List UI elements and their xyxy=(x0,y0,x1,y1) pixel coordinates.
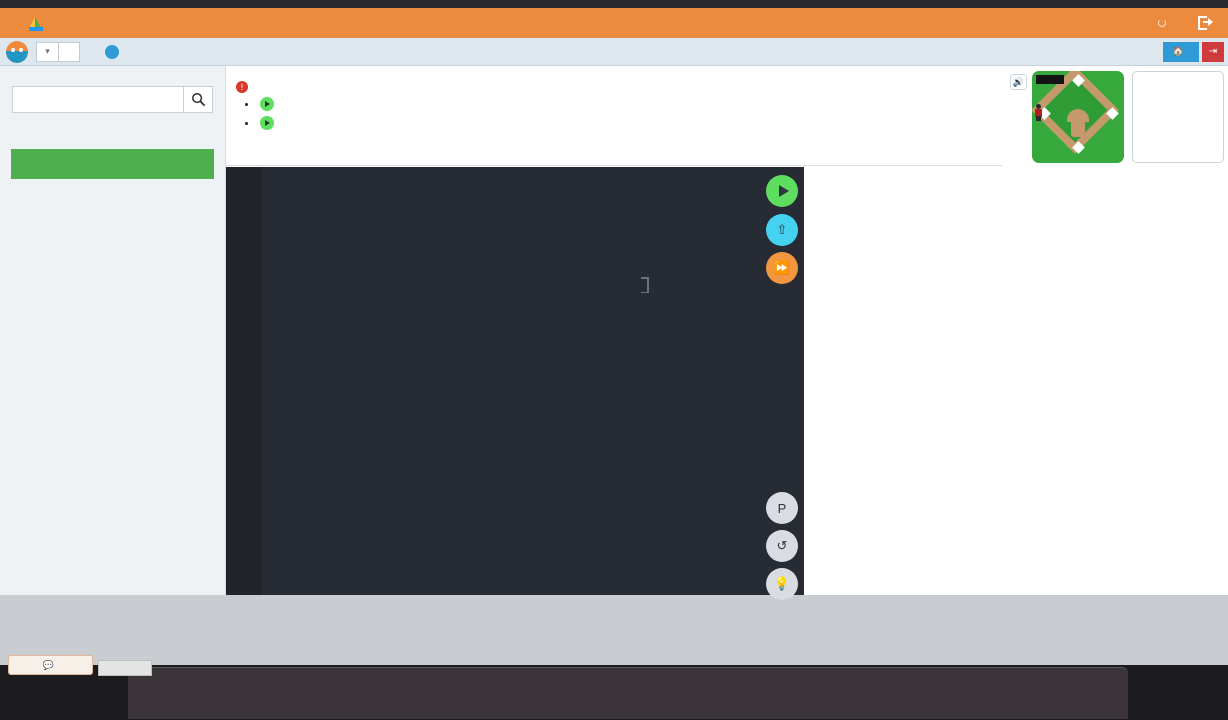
toolkit-panel xyxy=(0,66,226,595)
pitchers-mound xyxy=(1071,111,1085,137)
lesson-bar-right: 🏠 ⇥ xyxy=(1162,41,1228,62)
run-inline-icon xyxy=(260,97,274,112)
print-button[interactable]: P xyxy=(766,492,798,524)
home-icon: 🏠 xyxy=(1172,46,1184,56)
activity-number-badge xyxy=(105,44,119,59)
text-cursor-icon xyxy=(641,277,649,293)
google-slides-icon xyxy=(28,16,43,31)
sound-toggle-button[interactable]: 🔊 xyxy=(1010,74,1027,90)
stage-panel: 🔊 xyxy=(1002,66,1228,166)
bases-display-text xyxy=(1036,75,1064,84)
background-images-title xyxy=(0,179,225,204)
student-mode-bar-right xyxy=(1158,16,1228,30)
desktop-background-grey xyxy=(0,595,1228,665)
lesson-dropdown-toggle[interactable]: ▾ xyxy=(36,41,58,62)
run-inline-icon-2 xyxy=(260,115,274,130)
search-button[interactable] xyxy=(183,86,213,113)
skip-button[interactable]: ⏩ xyxy=(766,252,798,284)
toolkit-title xyxy=(0,66,225,86)
browse-image-library-button[interactable] xyxy=(11,149,214,179)
toolkit-search xyxy=(12,86,213,113)
hint-button[interactable]: 💡 xyxy=(766,568,798,600)
stage-canvas[interactable] xyxy=(1032,71,1124,163)
editor-action-bar: ⇧ ⏩ P ↺ 💡 xyxy=(760,167,804,600)
macos-dock xyxy=(128,667,1128,719)
output-console-panel xyxy=(1132,71,1224,163)
exit-icon xyxy=(1198,16,1213,30)
student-mode-bar xyxy=(0,8,1228,38)
run-button[interactable] xyxy=(766,175,798,207)
chat-bubble-icon: 💬 xyxy=(42,659,55,670)
lesson-selector[interactable] xyxy=(58,41,80,62)
search-input[interactable] xyxy=(12,86,183,113)
rule-icon: ! xyxy=(236,81,248,93)
desktop-top-strip xyxy=(0,0,1228,8)
user-menu-button[interactable]: 🏠 xyxy=(1162,41,1199,62)
support-button[interactable]: 💬 xyxy=(8,655,93,675)
codesters-logo-icon[interactable] xyxy=(6,40,28,63)
right-white-area xyxy=(804,167,1228,595)
reset-button[interactable]: ↺ xyxy=(766,530,798,562)
clear-lesson-progress-button[interactable] xyxy=(1158,19,1170,27)
submit-button[interactable]: ⇧ xyxy=(766,214,798,246)
code-lines-container[interactable] xyxy=(226,171,804,595)
code-editor[interactable] xyxy=(226,167,804,595)
logout-button[interactable]: ⇥ xyxy=(1202,41,1224,62)
exit-student-mode-button[interactable] xyxy=(1198,16,1220,30)
language-selector[interactable] xyxy=(98,660,152,676)
search-icon xyxy=(191,93,205,107)
refresh-icon xyxy=(1158,19,1166,27)
athlete-sprite xyxy=(1035,104,1042,121)
lesson-bar: ▾ 🏠 ⇥ xyxy=(0,38,1228,66)
toolkit-category-grid xyxy=(0,127,225,133)
activity-info xyxy=(100,44,124,59)
app-root: ▾ 🏠 ⇥ ! • • 🔊 ⇧ ⏩ P ↺ 💡 💬 xyxy=(0,0,1228,720)
